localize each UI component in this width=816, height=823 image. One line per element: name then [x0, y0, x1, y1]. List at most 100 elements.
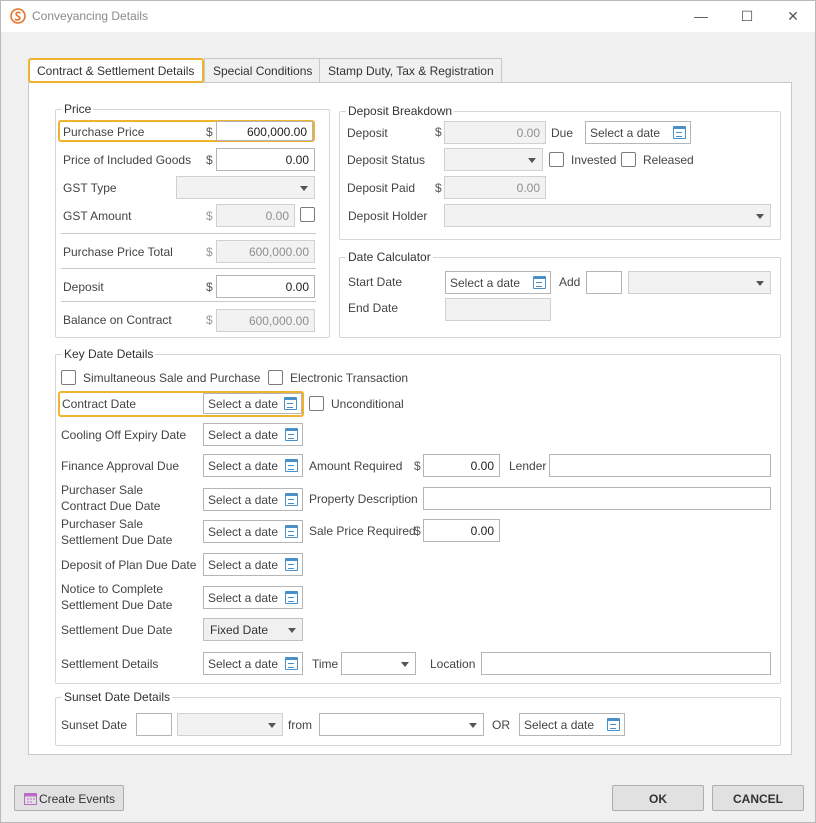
- deposit-holder-select[interactable]: [444, 204, 771, 227]
- purchaser-contract-date-picker[interactable]: Select a date: [203, 488, 303, 511]
- purchaser-settlement-label-line1: Purchaser Sale: [61, 517, 144, 531]
- sale-price-label: Sale Price Required: [309, 524, 416, 538]
- calendar-icon[interactable]: [607, 718, 620, 731]
- calendar-icon[interactable]: [285, 459, 298, 472]
- location-label: Location: [430, 657, 476, 671]
- sunset-unit-select[interactable]: [177, 713, 283, 736]
- chevron-down-icon: [401, 662, 409, 667]
- included-goods-label: Price of Included Goods: [63, 153, 192, 167]
- electronic-checkbox[interactable]: [268, 370, 283, 385]
- currency-symbol: $: [206, 153, 213, 167]
- date-placeholder: Select a date: [208, 591, 279, 605]
- sunset-from-select[interactable]: [319, 713, 484, 736]
- settlement-due-value: Fixed Date: [210, 623, 269, 637]
- chevron-down-icon: [756, 214, 764, 219]
- deposit-paid-input: 0.00: [444, 176, 546, 199]
- currency-symbol: $: [206, 280, 213, 294]
- purchaser-contract-label-line2: Contract Due Date: [61, 499, 161, 513]
- calendar-icon[interactable]: [285, 558, 298, 571]
- deposit-status-select[interactable]: [444, 148, 543, 171]
- simultaneous-label: Simultaneous Sale and Purchase: [83, 371, 261, 385]
- sunset-amount-input[interactable]: [136, 713, 172, 736]
- from-label: from: [288, 718, 312, 732]
- start-date-label: Start Date: [348, 275, 403, 289]
- purchaser-settlement-label-line2: Settlement Due Date: [61, 533, 173, 547]
- property-description-input[interactable]: [423, 487, 771, 510]
- due-label: Due: [551, 126, 574, 140]
- released-label: Released: [643, 153, 694, 167]
- gst-amount-checkbox[interactable]: [300, 207, 315, 222]
- purchase-price-input[interactable]: 600,000.00: [216, 121, 313, 141]
- lender-label: Lender: [509, 459, 547, 473]
- gst-type-select[interactable]: [176, 176, 315, 199]
- create-events-button[interactable]: Create Events: [14, 785, 124, 811]
- released-checkbox[interactable]: [621, 152, 636, 167]
- ok-button[interactable]: OK: [612, 785, 704, 811]
- cooling-off-date-picker[interactable]: Select a date: [203, 423, 303, 446]
- balance-label: Balance on Contract: [63, 313, 172, 327]
- calendar-icon[interactable]: [285, 525, 298, 538]
- currency-symbol: $: [206, 125, 213, 139]
- calendar-icon[interactable]: [285, 493, 298, 506]
- price-deposit-input[interactable]: 0.00: [216, 275, 315, 298]
- sale-price-input[interactable]: 0.00: [423, 519, 500, 542]
- unconditional-checkbox[interactable]: [309, 396, 324, 411]
- currency-symbol: $: [206, 209, 213, 223]
- currency-symbol: $: [414, 524, 421, 538]
- divider: [61, 268, 316, 269]
- calendar-icon[interactable]: [673, 126, 686, 139]
- amount-required-label: Amount Required: [309, 459, 403, 473]
- notice-label-line2: Settlement Due Date: [61, 598, 173, 612]
- chevron-down-icon: [268, 723, 276, 728]
- sunset-date-picker[interactable]: Select a date: [519, 713, 625, 736]
- included-goods-input[interactable]: 0.00: [216, 148, 315, 171]
- add-label: Add: [559, 275, 581, 289]
- divider: [61, 233, 316, 234]
- chevron-down-icon: [469, 723, 477, 728]
- settlement-due-select[interactable]: Fixed Date: [203, 618, 303, 641]
- date-placeholder: Select a date: [524, 718, 595, 732]
- simultaneous-checkbox[interactable]: [61, 370, 76, 385]
- tab-stamp-duty[interactable]: Stamp Duty, Tax & Registration: [319, 58, 502, 83]
- purchaser-settlement-date-picker[interactable]: Select a date: [203, 520, 303, 543]
- currency-symbol: $: [206, 313, 213, 327]
- invested-label: Invested: [571, 153, 617, 167]
- settlement-details-date-picker[interactable]: Select a date: [203, 652, 303, 675]
- add-unit-select[interactable]: [628, 271, 771, 294]
- invested-checkbox[interactable]: [549, 152, 564, 167]
- finance-approval-label: Finance Approval Due: [61, 459, 180, 473]
- calendar-icon[interactable]: [285, 591, 298, 604]
- time-select[interactable]: [341, 652, 416, 675]
- maximize-icon[interactable]: ☐: [737, 6, 757, 26]
- minimize-icon[interactable]: —: [691, 6, 711, 26]
- calendar-icon[interactable]: [284, 397, 297, 410]
- plan-deposit-date-picker[interactable]: Select a date: [203, 553, 303, 576]
- deposit-holder-label: Deposit Holder: [348, 209, 428, 223]
- calendar-icon[interactable]: [285, 428, 298, 441]
- time-label: Time: [312, 657, 339, 671]
- date-placeholder: Select a date: [208, 493, 279, 507]
- tab-contract-settlement[interactable]: Contract & Settlement Details: [28, 58, 204, 83]
- calendar-icon[interactable]: [533, 276, 546, 289]
- location-input[interactable]: [481, 652, 771, 675]
- tab-special-conditions[interactable]: Special Conditions: [204, 58, 320, 83]
- gst-amount-input: 0.00: [216, 204, 295, 227]
- contract-date-picker[interactable]: Select a date: [203, 393, 302, 414]
- title-bar: Conveyancing Details — ☐ ✕: [1, 1, 815, 32]
- deposit-status-label: Deposit Status: [347, 153, 426, 167]
- deposit-due-date-picker[interactable]: Select a date: [585, 121, 691, 144]
- start-date-picker[interactable]: Select a date: [445, 271, 551, 294]
- finance-approval-date-picker[interactable]: Select a date: [203, 454, 303, 477]
- purchaser-contract-label-line1: Purchaser Sale: [61, 483, 144, 497]
- amount-required-input[interactable]: 0.00: [423, 454, 500, 477]
- calendar-icon[interactable]: [285, 657, 298, 670]
- chevron-down-icon: [756, 281, 764, 286]
- notice-date-picker[interactable]: Select a date: [203, 586, 303, 609]
- date-placeholder: Select a date: [208, 397, 279, 411]
- lender-input[interactable]: [549, 454, 771, 477]
- close-icon[interactable]: ✕: [783, 6, 803, 26]
- chevron-down-icon: [288, 628, 296, 633]
- add-amount-input[interactable]: [586, 271, 622, 294]
- create-events-label: Create Events: [38, 792, 116, 806]
- cancel-button[interactable]: CANCEL: [712, 785, 804, 811]
